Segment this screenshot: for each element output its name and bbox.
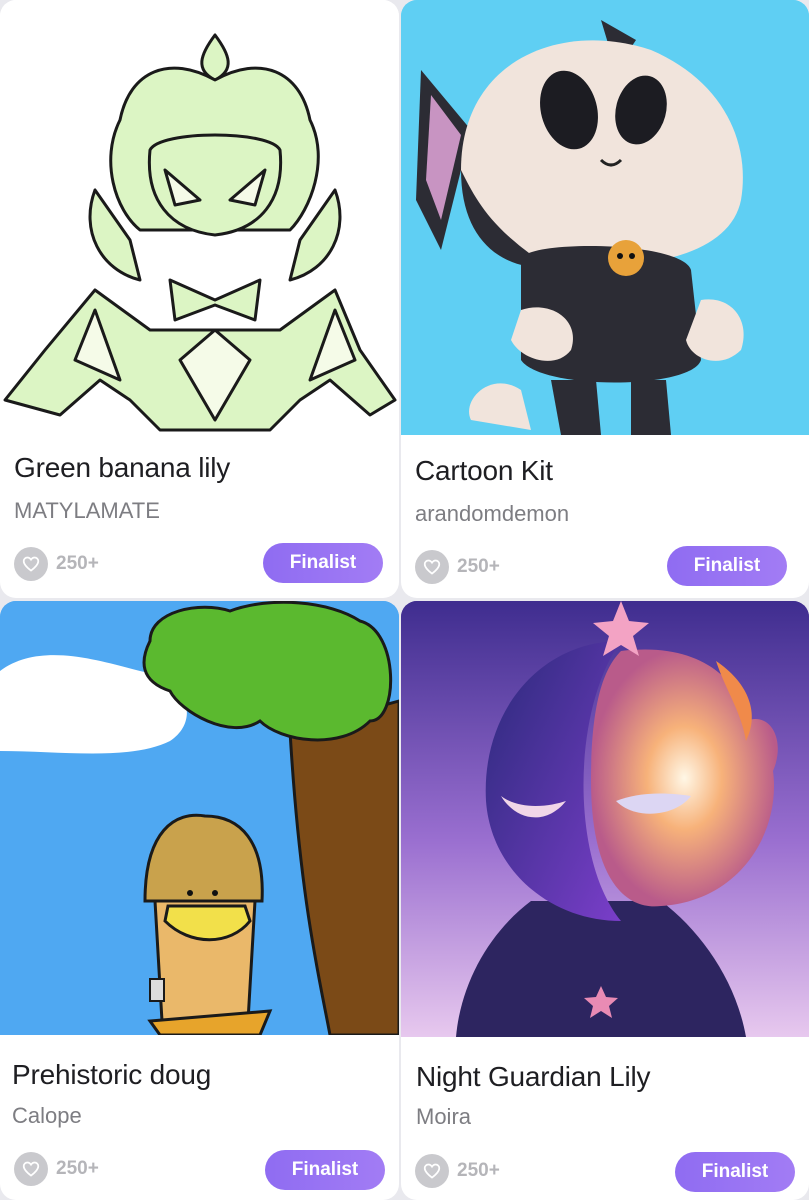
artwork-title[interactable]: Prehistoric doug [12, 1059, 211, 1091]
heart-icon[interactable] [14, 547, 48, 581]
likes-count: 250+ [56, 553, 99, 574]
like-control[interactable]: 250+ [415, 550, 500, 584]
artwork-card[interactable]: Night Guardian Lily Moira 250+ Finalist [401, 601, 809, 1200]
artwork-card[interactable]: Green banana lily MATYLAMATE 250+ Finali… [0, 0, 399, 598]
artwork-image[interactable] [401, 0, 809, 435]
artwork-author[interactable]: arandomdemon [415, 501, 569, 527]
artwork-image[interactable] [0, 601, 399, 1035]
like-control[interactable]: 250+ [415, 1154, 500, 1188]
heart-icon[interactable] [415, 1154, 449, 1188]
artwork-card[interactable]: Prehistoric doug Calope 250+ Finalist [0, 601, 399, 1200]
artwork-title[interactable]: Night Guardian Lily [416, 1061, 651, 1093]
finalist-badge[interactable]: Finalist [265, 1150, 385, 1190]
likes-count: 250+ [56, 1158, 99, 1179]
artwork-author[interactable]: Calope [12, 1103, 82, 1129]
heart-icon[interactable] [415, 550, 449, 584]
artwork-title[interactable]: Green banana lily [14, 452, 230, 484]
finalist-badge[interactable]: Finalist [667, 546, 787, 586]
like-control[interactable]: 250+ [14, 547, 99, 581]
finalist-badge[interactable]: Finalist [263, 543, 383, 583]
likes-count: 250+ [457, 1160, 500, 1181]
artwork-title[interactable]: Cartoon Kit [415, 455, 553, 487]
artwork-author[interactable]: MATYLAMATE [14, 498, 160, 524]
artwork-author[interactable]: Moira [416, 1104, 471, 1130]
artwork-card[interactable]: Cartoon Kit arandomdemon 250+ Finalist [401, 0, 809, 598]
like-control[interactable]: 250+ [14, 1152, 99, 1186]
artwork-image[interactable] [401, 601, 809, 1037]
finalist-badge[interactable]: Finalist [675, 1152, 795, 1192]
likes-count: 250+ [457, 556, 500, 577]
heart-icon[interactable] [14, 1152, 48, 1186]
artwork-image[interactable] [0, 0, 399, 432]
